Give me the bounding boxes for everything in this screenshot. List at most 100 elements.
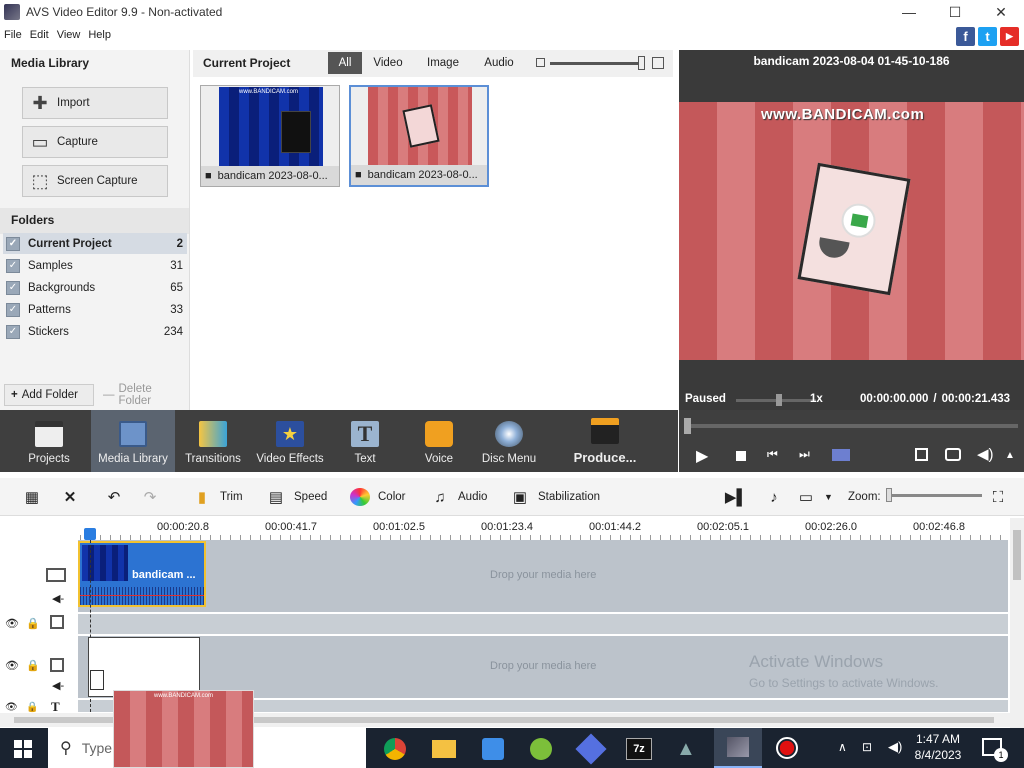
vertical-scrollbar[interactable]	[1010, 518, 1024, 728]
folder-samples[interactable]: ✓ Samples 31	[3, 255, 187, 276]
filter-all-tab[interactable]: All	[328, 52, 362, 74]
7zip-icon[interactable]: 7z	[626, 738, 652, 760]
lock-icon[interactable]: 🔒	[26, 702, 38, 713]
delete-button[interactable]: ✕	[60, 484, 88, 510]
storyboard-toggle-button[interactable]: ▦	[22, 484, 50, 510]
playback-progress-handle[interactable]	[684, 418, 691, 434]
folder-patterns[interactable]: ✓ Patterns 33	[3, 299, 187, 320]
projects-button[interactable]: Projects	[0, 410, 98, 472]
taskbar-clock[interactable]: 1:47 AM 8/4/2023	[914, 732, 962, 762]
media-item-video-1[interactable]: www.BANDICAM.com ■ bandicam 2023-08-0...	[200, 85, 340, 187]
volume-line[interactable]	[80, 595, 204, 596]
thumb-size-slider[interactable]	[550, 62, 644, 65]
zoom-slider[interactable]	[888, 494, 982, 497]
text-button[interactable]: T Text	[336, 410, 394, 472]
ruler-tick-label: 00:02:26.0	[805, 521, 857, 533]
import-button[interactable]: ✚ Import	[22, 87, 168, 119]
time-separator: /	[933, 393, 937, 405]
next-frame-icon[interactable]: ⏭	[799, 447, 810, 462]
delete-folder-button[interactable]: — Delete Folder	[97, 383, 187, 407]
effects-track[interactable]	[78, 614, 1008, 634]
stabilization-button[interactable]: ▣ Stabilization	[510, 484, 600, 510]
menu-help[interactable]: Help	[88, 29, 111, 41]
eye-icon[interactable]: 👁	[5, 617, 19, 630]
eye-icon[interactable]: 👁	[5, 659, 19, 672]
zoom-slider-handle[interactable]	[886, 488, 892, 502]
audio-button[interactable]: ♫ Audio	[430, 484, 487, 510]
split-button[interactable]: ▶▌	[725, 484, 754, 510]
lock-icon[interactable]: 🔒	[26, 659, 40, 672]
voice-button[interactable]: Voice	[410, 410, 468, 472]
speaker-icon[interactable]: ◀)	[977, 445, 994, 463]
video-clip[interactable]: bandicam ...	[78, 541, 206, 607]
screen-capture-button[interactable]: ⬚ Screen Capture	[22, 165, 168, 197]
windows-start-icon[interactable]	[14, 740, 32, 758]
media-item-name: bandicam 2023-08-0...	[367, 169, 478, 181]
media-library-button[interactable]: Media Library	[91, 410, 175, 472]
undo-button[interactable]: ↶	[104, 484, 132, 510]
playback-time: 00:00:00.000 / 00:00:21.433	[860, 393, 1010, 405]
video-effects-button[interactable]: ★ Video Effects	[252, 410, 328, 472]
filter-audio-tab[interactable]: Audio	[478, 52, 520, 74]
eye-icon[interactable]: 👁	[5, 702, 18, 713]
mute-track-icon[interactable]: ◀-	[52, 679, 64, 692]
audio-mixer-button[interactable]: ♪	[764, 484, 792, 510]
stop-icon[interactable]	[736, 451, 746, 461]
network-icon[interactable]: ⊡	[862, 740, 872, 754]
folder-current-project[interactable]: ✓ Current Project 2	[3, 233, 187, 254]
menu-file[interactable]: File	[4, 29, 22, 41]
previous-frame-icon[interactable]: ⏮	[767, 447, 778, 462]
play-icon[interactable]: ▶	[696, 446, 708, 466]
filter-image-tab[interactable]: Image	[420, 52, 466, 74]
close-button[interactable]: ✕	[978, 0, 1024, 24]
menu-view[interactable]: View	[57, 29, 81, 41]
youtube-icon[interactable]: ▶	[1000, 27, 1019, 46]
facebook-icon[interactable]: f	[956, 27, 975, 46]
ruler-tick-label: 00:02:46.8	[913, 521, 965, 533]
microsoft-store-icon[interactable]	[482, 738, 504, 760]
trim-button[interactable]: ▮ Trim	[192, 484, 243, 510]
thumb-size-large-icon[interactable]	[652, 57, 664, 69]
folder-stickers[interactable]: ✓ Stickers 234	[3, 321, 187, 342]
volume-slider-handle[interactable]	[776, 394, 782, 406]
twitter-icon[interactable]: t	[978, 27, 997, 46]
speed-button[interactable]: ▤ Speed	[266, 484, 327, 510]
lock-icon[interactable]: 🔒	[26, 617, 40, 630]
maximize-button[interactable]: ☐	[932, 0, 978, 24]
view-options-button[interactable]: ▭ ▼	[796, 484, 833, 510]
redo-button[interactable]: ↷	[140, 484, 168, 510]
playhead-marker[interactable]	[84, 528, 96, 540]
color-button[interactable]: Color	[350, 484, 405, 510]
transitions-button[interactable]: Transitions	[178, 410, 248, 472]
playback-speed[interactable]: 1x	[810, 393, 823, 405]
mute-track-icon[interactable]: ◀-	[52, 592, 64, 605]
app-icon[interactable]	[530, 738, 552, 760]
media-item-video-2[interactable]: ■ bandicam 2023-08-0...	[349, 85, 489, 187]
avs-taskbar-button[interactable]	[714, 728, 762, 768]
chevron-up-icon[interactable]: ∧	[838, 740, 847, 754]
folder-backgrounds[interactable]: ✓ Backgrounds 65	[3, 277, 187, 298]
app-icon[interactable]: ▲	[676, 738, 698, 760]
thumb-size-small-icon[interactable]	[536, 58, 545, 67]
capture-button[interactable]: ▭ Capture	[22, 126, 168, 158]
produce-button[interactable]: Produce...	[560, 410, 650, 472]
volume-dropdown-icon[interactable]: ▲	[1005, 450, 1015, 461]
bandicam-record-icon[interactable]	[776, 737, 798, 759]
app-icon[interactable]	[575, 733, 607, 765]
fullscreen-icon[interactable]	[915, 448, 928, 461]
snapshot-icon[interactable]	[945, 448, 961, 461]
playback-progress-bar[interactable]	[684, 424, 1018, 428]
speaker-icon[interactable]: ◀)	[888, 739, 902, 755]
fit-timeline-button[interactable]: ⛶	[988, 484, 1016, 510]
thumb-size-slider-handle[interactable]	[638, 56, 645, 70]
file-explorer-icon[interactable]	[432, 740, 456, 758]
minimize-button[interactable]: —	[886, 0, 932, 24]
filter-video-tab[interactable]: Video	[368, 52, 408, 74]
notification-center-icon[interactable]: 1	[982, 738, 1008, 762]
play-selection-icon[interactable]	[832, 449, 850, 461]
add-folder-button[interactable]: + Add Folder	[4, 384, 94, 406]
disc-menu-button[interactable]: Disc Menu	[480, 410, 538, 472]
menu-edit[interactable]: Edit	[30, 29, 49, 41]
chrome-icon[interactable]	[384, 738, 406, 760]
media-item-label: ■ bandicam 2023-08-0...	[201, 166, 339, 186]
